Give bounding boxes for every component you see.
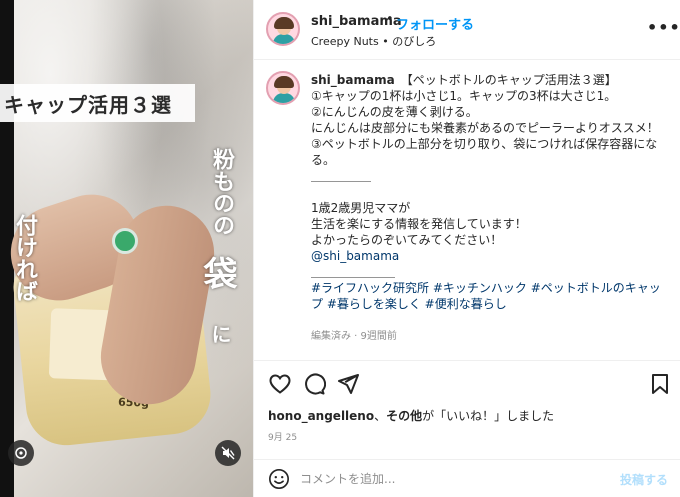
post-date[interactable]: 9月 25 <box>268 430 297 443</box>
likes-suffix: が「いいね！」しました <box>422 409 555 423</box>
audio-subline[interactable]: Creepy Nuts • のびしろ <box>311 33 436 49</box>
share-icon[interactable] <box>336 372 360 396</box>
vertical-text-right-top: 粉ものの <box>209 148 234 236</box>
caption-meta: 編集済み · 9週間前 <box>311 331 397 342</box>
more-options-icon[interactable]: ••• <box>647 18 680 37</box>
heart-icon[interactable] <box>268 372 292 396</box>
caption-rule: ＿＿＿＿＿＿＿ <box>311 265 396 279</box>
caption-username[interactable]: shi_bamama <box>311 73 395 87</box>
post-media[interactable]: 650g キャップ活用３選 付ければ 粉ものの 袋 に <box>0 0 253 497</box>
reel-icon <box>15 447 27 459</box>
reel-audio-icon[interactable] <box>8 440 34 466</box>
caption-line: 【ペットボトルのキャップ活用法３選】 <box>400 73 617 87</box>
caption-line: ②にんじんの皮を薄く剥ける。 <box>311 105 478 119</box>
follow-button[interactable]: フォローする <box>396 14 474 33</box>
mute-button[interactable] <box>215 440 241 466</box>
caption-line: ③ペットボトルの上部分を切り取り、袋につければ保存容器になる。 <box>311 137 658 167</box>
caption-line: よかったらのぞいてみてください！ <box>311 233 503 247</box>
likes-others-link[interactable]: その他 <box>386 409 422 423</box>
emoji-icon[interactable] <box>268 468 290 490</box>
time-ago: 9週間前 <box>360 331 397 342</box>
overlay-title-box: キャップ活用３選 <box>0 84 195 122</box>
comment-icon[interactable] <box>302 372 326 396</box>
post-comment-button[interactable]: 投稿する <box>620 471 668 488</box>
vertical-text-left: 付ければ <box>12 214 37 302</box>
likes-separator: 、 <box>374 409 387 423</box>
caption-hashtags[interactable]: #ライフハック研究所 #キッチンハック #ペットボトルのキャップ #暮らしを楽し… <box>311 280 666 312</box>
comment-bar: 投稿する <box>254 460 680 497</box>
edited-label: 編集済み <box>311 331 351 342</box>
comment-input[interactable] <box>300 469 600 489</box>
action-bar <box>254 370 680 398</box>
caption-line: ＿＿＿＿＿ <box>311 169 372 183</box>
caption-avatar[interactable] <box>266 71 300 105</box>
post-panel: shi_bamama • フォローする Creepy Nuts • のびしろ •… <box>253 0 680 497</box>
speaker-muted-icon <box>221 446 235 460</box>
vertical-text-right-big: 袋 <box>197 256 237 290</box>
post-caption: shi_bamama 【ペットボトルのキャップ活用法３選】 ①キャップの1杯は小さ… <box>311 72 666 312</box>
header-separator: • <box>386 12 394 27</box>
bookmark-icon[interactable] <box>648 372 672 396</box>
bottle-cap <box>112 228 138 254</box>
vertical-text-right-bottom: に <box>208 324 232 344</box>
overlay-title: キャップ活用３選 <box>4 92 172 117</box>
caption-blank <box>311 184 666 200</box>
likes-summary: hono_angelleno、その他が「いいね！」しました <box>268 407 554 424</box>
caption-line: ①キャップの1杯は小さじ1。キャップの3杯は大さじ1。 <box>311 89 617 103</box>
caption-mention[interactable]: @shi_bamama <box>311 248 666 264</box>
post-header: shi_bamama • フォローする Creepy Nuts • のびしろ •… <box>254 0 680 60</box>
caption-line: 生活を楽にする情報を発信しています！ <box>311 217 527 231</box>
caption-line: にんじんは皮部分にも栄養素があるのでピーラーよりオススメ！ <box>311 121 659 135</box>
avatar[interactable] <box>266 12 300 46</box>
caption-line: 1歳2歳男児ママが <box>311 201 411 215</box>
divider <box>254 360 680 361</box>
liker-username[interactable]: hono_angelleno <box>268 409 374 423</box>
